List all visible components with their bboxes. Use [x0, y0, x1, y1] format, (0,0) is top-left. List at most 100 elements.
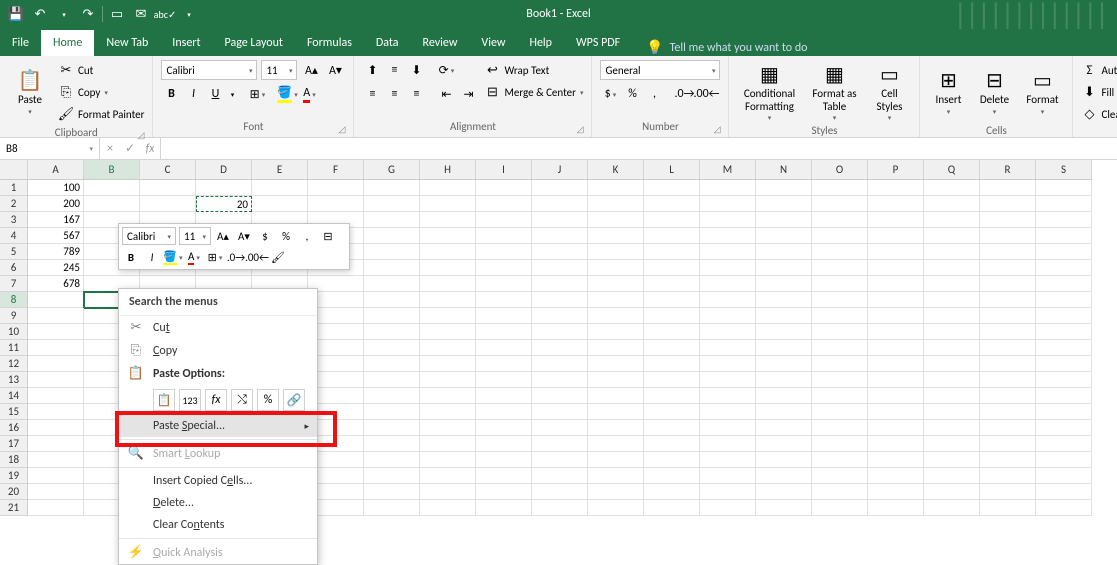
- cell[interactable]: [1036, 388, 1092, 404]
- cell[interactable]: [420, 404, 476, 420]
- cell[interactable]: [364, 292, 420, 308]
- cell[interactable]: [924, 324, 980, 340]
- cell[interactable]: [588, 276, 644, 292]
- spelling-icon[interactable]: abc✓: [155, 4, 175, 24]
- mini-accounting-icon[interactable]: $: [256, 227, 274, 245]
- cell[interactable]: [420, 420, 476, 436]
- cell[interactable]: [700, 228, 756, 244]
- percent-format-icon[interactable]: %: [622, 84, 642, 104]
- cell[interactable]: [1036, 452, 1092, 468]
- cell[interactable]: [868, 292, 924, 308]
- cell[interactable]: [924, 420, 980, 436]
- cell[interactable]: [532, 212, 588, 228]
- cell[interactable]: [532, 484, 588, 500]
- cell[interactable]: [420, 372, 476, 388]
- align-center-icon[interactable]: ≡: [384, 84, 404, 104]
- cell[interactable]: [756, 436, 812, 452]
- cell[interactable]: [644, 436, 700, 452]
- touch-mode-icon[interactable]: ▭: [107, 4, 127, 24]
- cell[interactable]: [812, 372, 868, 388]
- cell[interactable]: [980, 196, 1036, 212]
- cell[interactable]: [812, 340, 868, 356]
- cell[interactable]: [420, 212, 476, 228]
- cell[interactable]: [364, 228, 420, 244]
- cell[interactable]: [588, 180, 644, 196]
- cell[interactable]: [476, 436, 532, 452]
- cell[interactable]: [756, 388, 812, 404]
- cell[interactable]: [868, 340, 924, 356]
- cell[interactable]: [140, 196, 196, 212]
- cell[interactable]: [756, 292, 812, 308]
- cell[interactable]: [476, 340, 532, 356]
- cell[interactable]: [588, 436, 644, 452]
- cell[interactable]: [420, 276, 476, 292]
- cell[interactable]: [980, 436, 1036, 452]
- format-as-table-button[interactable]: ▦Format as Table▾: [807, 60, 861, 122]
- cell[interactable]: [532, 452, 588, 468]
- cell[interactable]: [420, 308, 476, 324]
- cut-button[interactable]: ✂Cut: [58, 60, 144, 80]
- column-header[interactable]: S: [1036, 160, 1092, 180]
- row-header[interactable]: 11: [0, 340, 28, 356]
- cell[interactable]: [868, 276, 924, 292]
- cell[interactable]: [364, 436, 420, 452]
- mini-grow-font-icon[interactable]: A▴: [214, 227, 232, 245]
- align-left-icon[interactable]: ≡: [362, 84, 382, 104]
- delete-cells-button[interactable]: ⊟Delete▾: [974, 60, 1014, 122]
- cell[interactable]: [700, 388, 756, 404]
- cell[interactable]: [756, 468, 812, 484]
- cell[interactable]: [700, 324, 756, 340]
- cell[interactable]: [476, 308, 532, 324]
- grow-font-icon[interactable]: A▴: [301, 60, 321, 80]
- cell[interactable]: [420, 484, 476, 500]
- undo-icon[interactable]: ↶: [30, 4, 50, 24]
- cell[interactable]: [420, 356, 476, 372]
- cell[interactable]: [980, 420, 1036, 436]
- cell[interactable]: [644, 180, 700, 196]
- cell[interactable]: [1036, 484, 1092, 500]
- cell[interactable]: [812, 196, 868, 212]
- cell[interactable]: [1036, 420, 1092, 436]
- column-header[interactable]: D: [196, 160, 252, 180]
- cell[interactable]: [924, 228, 980, 244]
- tell-me-search[interactable]: 💡 Tell me what you want to do: [632, 39, 821, 56]
- cell[interactable]: [924, 388, 980, 404]
- italic-button[interactable]: I: [183, 84, 203, 104]
- cell[interactable]: [1036, 308, 1092, 324]
- tab-file[interactable]: File: [0, 30, 41, 56]
- row-header[interactable]: 13: [0, 372, 28, 388]
- cell[interactable]: [532, 404, 588, 420]
- cell[interactable]: [644, 356, 700, 372]
- tab-view[interactable]: View: [469, 30, 517, 56]
- font-name-combo[interactable]: Calibri▾: [161, 60, 257, 80]
- cell[interactable]: [700, 180, 756, 196]
- menu-delete[interactable]: Delete...: [119, 492, 317, 514]
- cell[interactable]: [756, 340, 812, 356]
- cell[interactable]: [588, 468, 644, 484]
- cell[interactable]: [364, 276, 420, 292]
- cell[interactable]: [420, 244, 476, 260]
- cell[interactable]: [476, 292, 532, 308]
- alignment-launcher-icon[interactable]: ◿: [577, 124, 584, 135]
- row-header[interactable]: 1: [0, 180, 28, 196]
- cell[interactable]: [532, 356, 588, 372]
- cell[interactable]: [364, 420, 420, 436]
- cell[interactable]: [476, 228, 532, 244]
- cell[interactable]: [756, 212, 812, 228]
- cell[interactable]: [588, 308, 644, 324]
- cell[interactable]: [532, 308, 588, 324]
- cell[interactable]: [588, 244, 644, 260]
- increase-decimal-icon[interactable]: .0→: [674, 84, 694, 104]
- cell[interactable]: [364, 180, 420, 196]
- column-header[interactable]: K: [588, 160, 644, 180]
- column-header[interactable]: C: [140, 160, 196, 180]
- cell[interactable]: [868, 468, 924, 484]
- cell[interactable]: [476, 324, 532, 340]
- column-header[interactable]: P: [868, 160, 924, 180]
- cell[interactable]: [980, 356, 1036, 372]
- align-middle-icon[interactable]: ≡: [384, 60, 404, 80]
- cell[interactable]: [364, 260, 420, 276]
- font-launcher-icon[interactable]: ◿: [339, 124, 346, 135]
- cell[interactable]: [364, 308, 420, 324]
- cell[interactable]: 678: [28, 276, 84, 292]
